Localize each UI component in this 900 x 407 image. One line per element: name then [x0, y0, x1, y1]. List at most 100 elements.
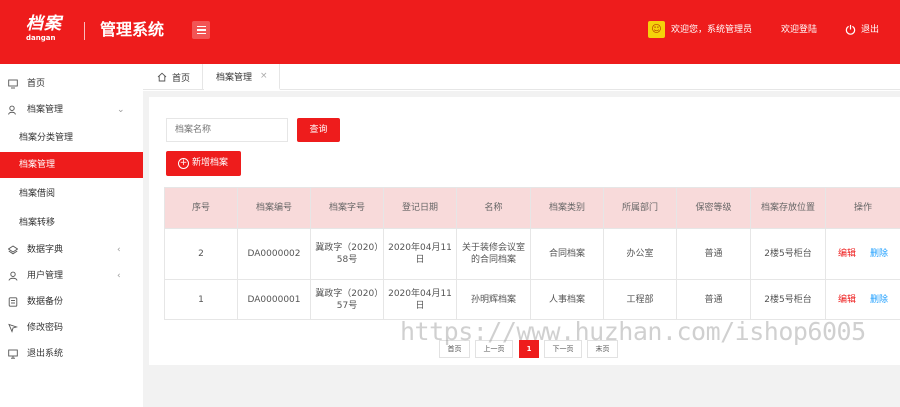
- layers-icon: [8, 245, 18, 255]
- monitor-icon: [8, 79, 18, 89]
- cell-seq: 1: [164, 279, 238, 320]
- cell-location: 2楼5号柜台: [750, 279, 826, 320]
- cell-category: 合同档案: [530, 228, 604, 280]
- database-icon: [8, 297, 18, 307]
- cell-category: 人事档案: [530, 279, 604, 320]
- sidebar-item-archive-mgmt[interactable]: 档案管理 ⌄: [0, 97, 143, 123]
- cell-seq: 2: [164, 228, 238, 280]
- tab-bar: 首页 档案管理 ×: [143, 64, 900, 90]
- column-header: 档案字号: [310, 187, 384, 229]
- sidebar-item-label: 修改密码: [27, 323, 64, 333]
- pager-current[interactable]: 1: [519, 340, 539, 358]
- sidebar-item-label: 档案借阅: [19, 189, 56, 199]
- cell-name: 关于装修会议室的合同档案: [456, 228, 531, 280]
- column-header: 序号: [164, 187, 238, 229]
- header-divider: [84, 22, 85, 40]
- close-icon[interactable]: ×: [260, 71, 268, 81]
- menu-toggle-icon[interactable]: [192, 21, 210, 39]
- key-icon: [8, 323, 18, 333]
- cell-code: DA0000002: [237, 228, 311, 280]
- cell-name: 孙明辉档案: [456, 279, 531, 320]
- column-header: 档案编号: [237, 187, 311, 229]
- tab-label: 首页: [172, 73, 191, 84]
- cell-word-no: 冀政字（2020）57号: [310, 279, 384, 320]
- archive-table: 序号 档案编号 档案字号 登记日期 名称 档案类别 所属部门 保密等级 档案存放…: [164, 187, 900, 320]
- sidebar-item-label: 档案转移: [19, 218, 56, 228]
- sidebar-item-label: 数据备份: [27, 297, 64, 307]
- delete-link[interactable]: 删除: [870, 249, 888, 259]
- cell-word-no: 冀政字（2020）58号: [310, 228, 384, 280]
- system-title: 管理系统: [100, 20, 165, 39]
- delete-link[interactable]: 删除: [870, 295, 888, 305]
- chevron-left-icon: ‹: [117, 245, 121, 255]
- chevron-down-icon: ⌄: [117, 105, 125, 115]
- top-header: 档案 dangan 管理系统 ☺ 欢迎您，系统管理员 欢迎登陆 退出: [0, 0, 900, 64]
- sidebar-item-archive-manage[interactable]: 档案管理: [0, 152, 143, 178]
- tab-archive-manage[interactable]: 档案管理 ×: [204, 64, 280, 90]
- sidebar-item-user-mgmt[interactable]: 用户管理 ‹: [0, 263, 143, 289]
- sidebar-item-archive-borrow[interactable]: 档案借阅: [0, 181, 143, 207]
- tab-label: 档案管理: [216, 72, 253, 83]
- cell-level: 普通: [676, 279, 751, 320]
- sidebar-item-data-backup[interactable]: 数据备份: [0, 289, 143, 315]
- user-avatar-icon: ☺: [648, 21, 665, 38]
- column-header: 保密等级: [676, 187, 751, 229]
- plus-circle-icon: +: [178, 158, 189, 169]
- table-header-row: 序号 档案编号 档案字号 登记日期 名称 档案类别 所属部门 保密等级 档案存放…: [164, 187, 900, 229]
- sidebar-item-archive-category[interactable]: 档案分类管理: [0, 125, 143, 151]
- cell-dept: 办公室: [603, 228, 677, 280]
- column-header: 登记日期: [383, 187, 457, 229]
- tab-home[interactable]: 首页: [143, 64, 203, 90]
- column-header: 操作: [825, 187, 900, 229]
- sidebar-item-home[interactable]: 首页: [0, 71, 143, 97]
- sidebar-item-label: 首页: [27, 79, 46, 89]
- table-row: 2 DA0000002 冀政字（2020）58号 2020年04月11日 关于装…: [164, 228, 900, 280]
- sidebar-item-label: 档案管理: [27, 105, 64, 115]
- add-archive-button[interactable]: + 新增档案: [166, 151, 241, 176]
- cell-actions: 编辑 删除: [825, 228, 900, 280]
- column-header: 档案类别: [530, 187, 604, 229]
- sidebar-item-label: 档案分类管理: [19, 133, 74, 143]
- user-icon: [8, 105, 16, 115]
- column-header: 档案存放位置: [750, 187, 826, 229]
- logout-link[interactable]: 退出: [861, 24, 879, 36]
- pager-next[interactable]: 下一页: [544, 340, 582, 358]
- logo-subtext: dangan: [26, 34, 56, 42]
- cell-level: 普通: [676, 228, 751, 280]
- column-header: 名称: [456, 187, 531, 229]
- search-button[interactable]: 查询: [297, 118, 340, 142]
- archive-name-search-input[interactable]: [166, 118, 288, 142]
- edit-link[interactable]: 编辑: [838, 295, 856, 305]
- home-icon: [157, 72, 167, 82]
- cell-actions: 编辑 删除: [825, 279, 900, 320]
- cell-location: 2楼5号柜台: [750, 228, 826, 280]
- pager-last[interactable]: 末页: [587, 340, 618, 358]
- sidebar-item-logout-system[interactable]: 退出系统: [0, 341, 143, 367]
- welcome-text: 欢迎您，系统管理员: [671, 25, 753, 35]
- cell-dept: 工程部: [603, 279, 677, 320]
- monitor-icon: [8, 349, 18, 359]
- logo-text: 档案: [26, 14, 62, 34]
- pager-prev[interactable]: 上一页: [475, 340, 513, 358]
- sidebar-item-change-pwd[interactable]: 修改密码: [0, 315, 143, 341]
- sidebar: 首页 档案管理 ⌄ 档案分类管理 档案管理 档案借阅 档案转移 数据字典 ‹ 用…: [0, 64, 143, 407]
- logo: 档案 dangan: [26, 14, 66, 46]
- power-icon[interactable]: [845, 24, 856, 35]
- sidebar-item-archive-transfer[interactable]: 档案转移: [0, 210, 143, 236]
- sidebar-item-data-dict[interactable]: 数据字典 ‹: [0, 237, 143, 263]
- add-archive-label: 新增档案: [192, 158, 229, 168]
- pager-first[interactable]: 首页: [439, 340, 470, 358]
- sidebar-item-label: 用户管理: [27, 271, 64, 281]
- sidebar-item-label: 数据字典: [27, 245, 64, 255]
- cell-date: 2020年04月11日: [383, 228, 457, 280]
- cell-code: DA0000001: [237, 279, 311, 320]
- table-row: 1 DA0000001 冀政字（2020）57号 2020年04月11日 孙明辉…: [164, 279, 900, 320]
- cell-date: 2020年04月11日: [383, 279, 457, 320]
- column-header: 所属部门: [603, 187, 677, 229]
- sidebar-item-label: 退出系统: [27, 349, 64, 359]
- edit-link[interactable]: 编辑: [838, 249, 856, 259]
- user-icon: [8, 271, 18, 281]
- sidebar-item-label: 档案管理: [19, 160, 56, 170]
- chevron-left-icon: ‹: [117, 271, 121, 281]
- login-link[interactable]: 欢迎登陆: [781, 24, 817, 36]
